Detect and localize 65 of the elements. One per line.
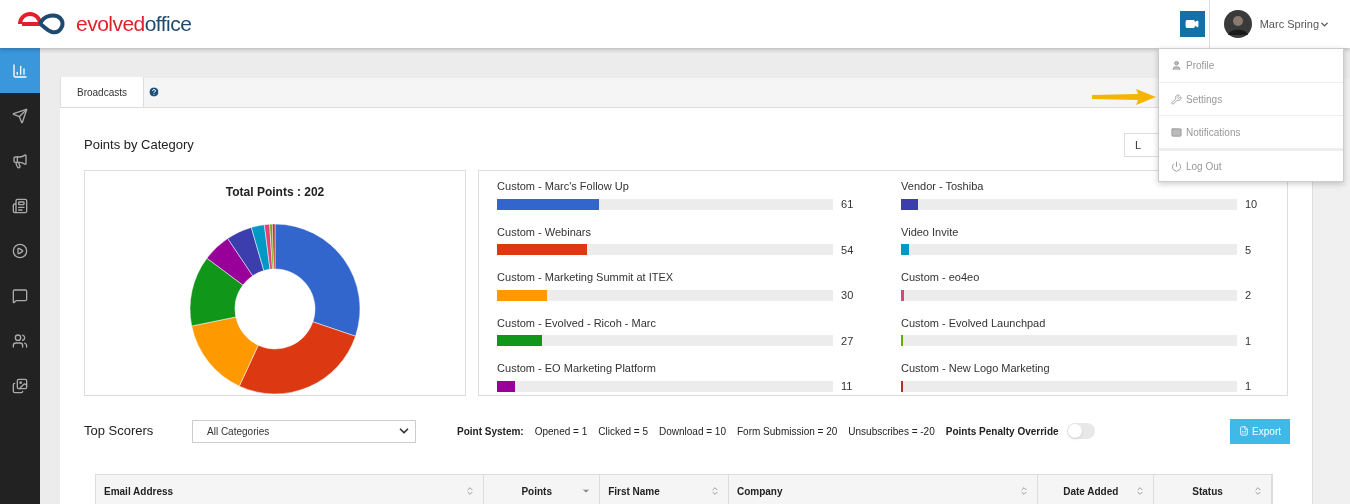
point-rule: Clicked = 5 — [598, 424, 648, 439]
category-value: 5 — [1244, 242, 1253, 258]
sort-desc-icon — [581, 486, 592, 496]
point-rule: Download = 10 — [659, 424, 726, 439]
toggle-label: Points Penalty Override — [945, 424, 1059, 439]
column-header[interactable]: Company — [728, 475, 1039, 504]
point-system-label: Point System: — [457, 424, 524, 439]
avatar — [1223, 10, 1252, 38]
category-label: Vendor - Toshiba — [901, 179, 985, 193]
video-icon — [1185, 17, 1200, 31]
category-label: Custom - EO Marketing Platform — [497, 361, 658, 375]
category-value: 30 — [840, 288, 855, 303]
sort-icon — [1253, 486, 1263, 496]
chart-title: Total Points : 202 — [225, 184, 325, 201]
category-label: Custom - Marketing Summit at ITEX — [497, 270, 675, 284]
point-rule: Unsubscribes = -20 — [848, 424, 935, 439]
column-header[interactable]: Date Added — [1038, 475, 1155, 504]
penalty-toggle[interactable] — [1066, 423, 1095, 439]
chart-icon — [12, 62, 28, 79]
wrench-icon — [1171, 93, 1182, 105]
sort-icon — [1135, 486, 1146, 496]
file-icon — [1239, 426, 1250, 436]
section-title: Top Scorers — [84, 422, 155, 441]
sort-icon — [465, 486, 476, 496]
category-value: 1 — [1244, 333, 1253, 349]
user-icon — [1171, 60, 1182, 71]
category-value: 2 — [1244, 288, 1253, 303]
images-icon — [12, 377, 28, 394]
play-icon — [12, 242, 28, 259]
users-icon — [12, 332, 28, 349]
category-label: Custom - eo4eo — [901, 270, 981, 284]
category-label: Video Invite — [901, 224, 960, 239]
category-value: 61 — [840, 197, 855, 212]
category-label: Custom - Evolved Launchpad — [901, 315, 1047, 330]
category-label: Custom - Marc's Follow Up — [497, 179, 630, 193]
point-rule: Form Submission = 20 — [737, 424, 838, 439]
pointer-arrow — [1090, 88, 1158, 106]
column-header[interactable]: First Name — [600, 475, 729, 504]
category-select[interactable]: All Categories — [192, 419, 416, 443]
sort-icon — [1019, 486, 1030, 496]
video-button[interactable] — [1179, 11, 1205, 37]
category-value: 10 — [1244, 197, 1259, 212]
logo-text: evolvedoffice — [76, 11, 192, 38]
category-label: Custom - New Logo Marketing — [901, 361, 1051, 375]
column-header[interactable]: Email Address — [96, 475, 485, 504]
category-value: 1 — [1244, 379, 1253, 394]
sort-icon — [709, 486, 720, 496]
category-label: Custom - Webinars — [497, 224, 593, 239]
user-menu-button[interactable]: Marc Spring — [1259, 15, 1330, 33]
category-value: 11 — [840, 379, 854, 394]
chat-icon — [12, 287, 28, 304]
column-header[interactable]: Status — [1154, 475, 1272, 504]
category-label: Custom - Evolved - Ricoh - Marc — [497, 315, 658, 330]
category-value: 54 — [840, 242, 855, 258]
help-icon[interactable] — [148, 86, 161, 98]
tab[interactable]: Broadcasts — [60, 77, 145, 107]
point-rule: Opened = 1 — [534, 424, 588, 439]
megaphone-icon — [12, 152, 28, 169]
newspaper-icon — [12, 197, 28, 214]
send-icon — [12, 107, 28, 124]
power-icon — [1171, 160, 1182, 172]
column-header[interactable]: Points — [484, 475, 601, 504]
section-title: Points by Category — [84, 136, 194, 155]
category-value: 27 — [840, 333, 855, 349]
envelope-icon — [1171, 126, 1182, 138]
